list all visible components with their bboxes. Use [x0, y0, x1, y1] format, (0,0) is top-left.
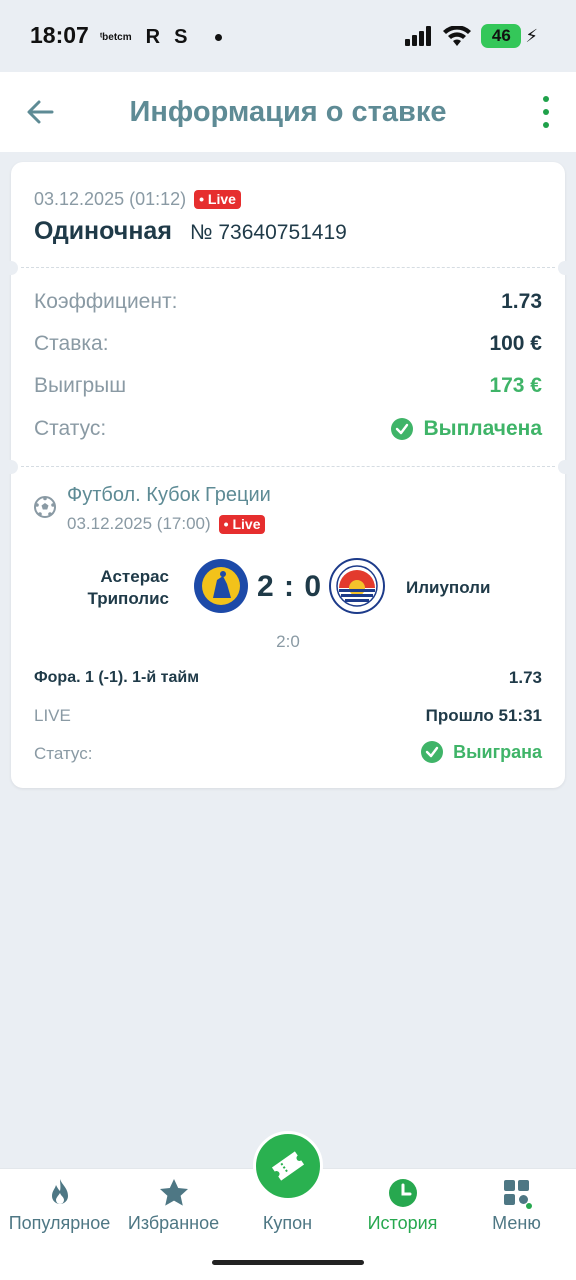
- market-name: Фора. 1 (-1). 1-й тайм: [34, 669, 200, 686]
- signal-icon: [405, 26, 432, 46]
- status-value: Выплачена: [391, 417, 542, 441]
- divider: [21, 267, 555, 268]
- check-circle-icon: [421, 741, 444, 763]
- home-indicator[interactable]: [212, 1260, 364, 1265]
- status-bar: 18:07 ᵗbetcm R S 46 ⚡: [0, 0, 576, 72]
- coefficient-value: 1.73: [501, 290, 542, 313]
- live-label: LIVE: [34, 706, 71, 725]
- clock-icon: [389, 1179, 417, 1207]
- grid-icon: [504, 1180, 532, 1209]
- live-badge: Live: [218, 514, 266, 534]
- bet-date: 03.12.2025 (01:12) Live: [34, 189, 241, 210]
- market-odd: 1.73: [508, 668, 542, 687]
- match-score: 2 : 0: [257, 570, 323, 603]
- status-right: 46 ⚡: [405, 24, 538, 48]
- status-row: Статус: Выплачена: [34, 417, 542, 441]
- app-header: Информация о ставке: [0, 72, 576, 152]
- nav-menu[interactable]: Меню: [459, 1169, 574, 1249]
- bet-number[interactable]: № 73640751419: [190, 221, 347, 245]
- coefficient-row: Коэффициент: 1.73: [34, 290, 542, 313]
- away-team-logo: [329, 558, 385, 614]
- status-time: 18:07: [30, 22, 89, 48]
- back-button[interactable]: [22, 94, 58, 130]
- card-notch: [4, 460, 18, 474]
- elapsed-time: Прошло 51:31: [425, 706, 542, 725]
- ticket-icon: [271, 1151, 305, 1181]
- event-title[interactable]: Футбол. Кубок Греции: [67, 484, 271, 507]
- stake-value: 100 €: [489, 332, 542, 355]
- app-s-icon: S: [174, 26, 188, 48]
- card-notch: [558, 460, 572, 474]
- win-value: 173 €: [489, 374, 542, 397]
- card-notch: [4, 261, 18, 275]
- divider: [21, 466, 555, 467]
- nav-history[interactable]: История: [345, 1169, 460, 1249]
- bet-card: 03.12.2025 (01:12) Live Одиночная № 7364…: [4, 162, 572, 788]
- football-icon: [34, 496, 56, 518]
- more-vertical-icon: [543, 96, 549, 102]
- arrow-left-icon: [27, 100, 54, 124]
- flame-icon: [52, 1179, 68, 1204]
- home-team-name: Астерас Триполис: [87, 567, 169, 608]
- home-team-logo: [194, 559, 248, 613]
- status-app-icons: ᵗbetcm R S: [100, 26, 223, 49]
- half-time-score: 2:0: [276, 632, 300, 651]
- notification-dot-icon: [215, 34, 223, 41]
- nav-popular[interactable]: Популярное: [2, 1169, 117, 1249]
- event-date: 03.12.2025 (17:00) Live: [67, 514, 266, 534]
- selection-status-label: Статус:: [34, 744, 93, 763]
- page-title: Информация о ставке: [129, 95, 447, 128]
- check-circle-icon: [391, 418, 414, 440]
- card-notch: [558, 261, 572, 275]
- win-row: Выигрыш 173 €: [34, 374, 542, 397]
- selection-status-value: Выиграна: [421, 741, 542, 763]
- bet-type: Одиночная: [34, 217, 172, 245]
- wifi-icon: [443, 26, 472, 46]
- live-badge: Live: [194, 190, 241, 209]
- stake-row: Ставка: 100 €: [34, 332, 542, 355]
- star-icon: [160, 1179, 188, 1206]
- charging-icon: ⚡: [525, 25, 538, 46]
- more-options-button[interactable]: [538, 96, 554, 128]
- battery-icon: 46: [481, 24, 522, 48]
- app-r-icon: R: [145, 26, 161, 48]
- away-team-name: Илиуполи: [406, 578, 491, 597]
- nav-favorites[interactable]: Избранное: [116, 1169, 231, 1249]
- betcm-icon: ᵗbetcm: [100, 32, 132, 43]
- coupon-button[interactable]: [253, 1131, 323, 1201]
